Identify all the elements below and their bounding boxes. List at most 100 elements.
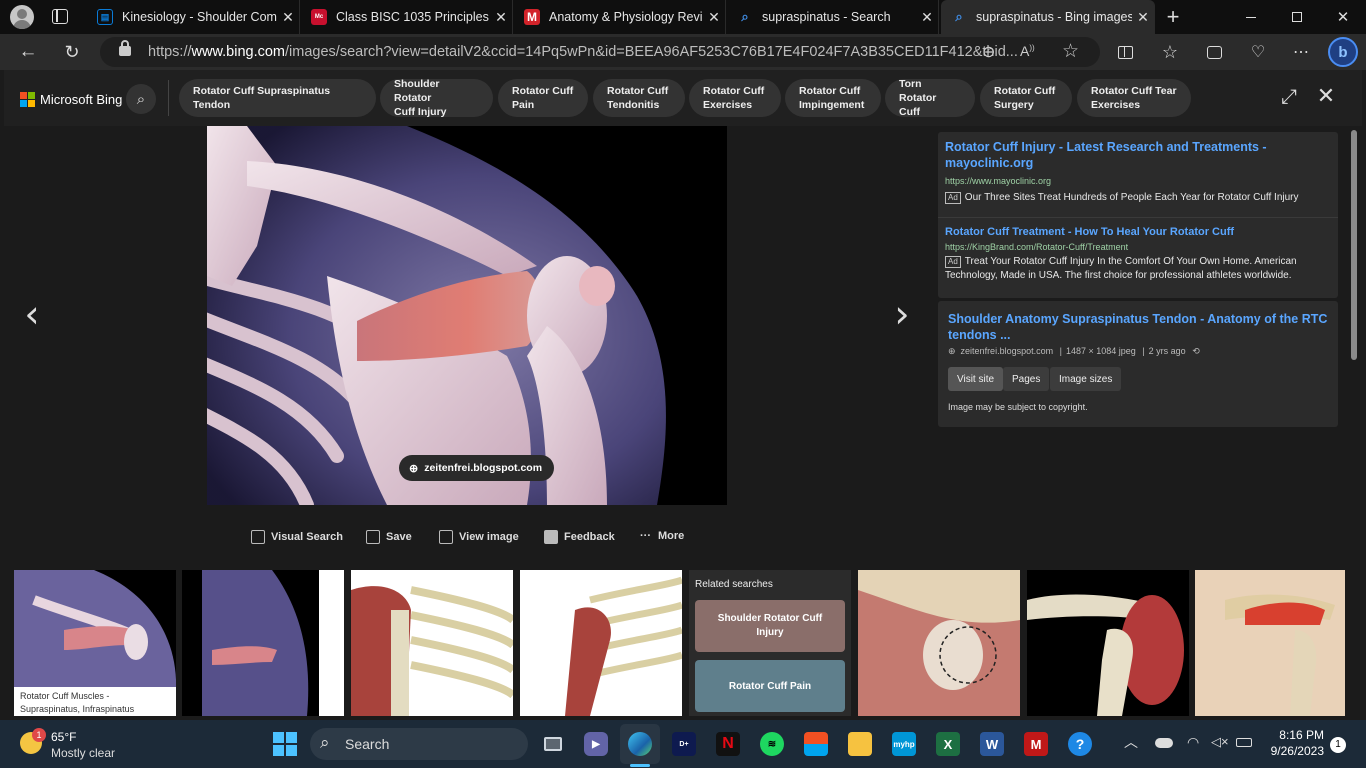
minimize-button[interactable]	[1228, 0, 1274, 34]
tab-kinesiology[interactable]: ▤ Kinesiology - Shoulder Com ✕	[87, 0, 300, 34]
tab-supraspinatus-search[interactable]: ⌕ supraspinatus - Search ✕	[727, 0, 939, 34]
globe-icon: ⊕	[409, 462, 419, 475]
related-item-rotator-cuff-pain[interactable]: Rotator Cuff Pain	[695, 660, 845, 712]
close-window-button[interactable]: ✕	[1320, 0, 1366, 34]
weather-badge: 1	[32, 728, 46, 742]
tab-bing-images[interactable]: ⌕ supraspinatus - Bing images ✕	[941, 0, 1155, 34]
zoom-icon[interactable]: ⊖	[982, 42, 995, 62]
refresh-icon[interactable]: ↻	[58, 38, 86, 66]
restore-button[interactable]	[1274, 0, 1320, 34]
collections-icon[interactable]	[1200, 38, 1228, 66]
expand-icon[interactable]: ⤢	[1278, 86, 1300, 108]
chevron-up-icon[interactable]: ︿	[1124, 732, 1138, 752]
chip-rotator-cuff-exercises[interactable]: Rotator Cuff Exercises	[689, 79, 781, 117]
next-image-arrow[interactable]: ›	[887, 292, 917, 336]
chip-torn-rotator-cuff[interactable]: Torn Rotator Cuff	[885, 78, 975, 118]
ad-2[interactable]: Rotator Cuff Treatment - How To Heal You…	[945, 226, 1325, 283]
spotify-icon[interactable]: ≋	[760, 732, 784, 756]
result-title[interactable]: Shoulder Anatomy Supraspinatus Tendon - …	[948, 311, 1328, 343]
profile-avatar[interactable]	[10, 5, 34, 29]
save-button[interactable]: Save	[366, 530, 412, 544]
back-arrow-icon[interactable]: ←	[14, 38, 42, 66]
bing-chat-icon[interactable]: b	[1328, 37, 1358, 67]
onedrive-cloud-icon[interactable]	[1155, 738, 1173, 748]
globe-icon: ⊕	[948, 346, 956, 356]
more-button[interactable]: ··· More	[640, 530, 684, 542]
chip-shoulder-rotator-cuff-injury[interactable]: Shoulder Rotator Cuff Injury	[380, 78, 493, 118]
task-view-icon[interactable]	[541, 732, 565, 756]
image-source-badge[interactable]: ⊕ zeitenfrei.blogspot.com	[399, 455, 555, 481]
thumbnail-8[interactable]	[1195, 570, 1345, 716]
search-favicon: ⌕	[741, 9, 749, 24]
excel-icon[interactable]: X	[936, 732, 960, 756]
thumbnail-3[interactable]	[351, 570, 513, 716]
health-icon[interactable]: ♡	[1244, 38, 1272, 66]
thumbnail-2[interactable]	[182, 570, 344, 716]
tab-title: supraspinatus - Search	[762, 10, 891, 24]
word-icon[interactable]: W	[980, 732, 1004, 756]
close-icon[interactable]: ✕	[1132, 9, 1154, 26]
ad-title[interactable]: Rotator Cuff Injury - Latest Research an…	[945, 139, 1325, 171]
chip-rotator-cuff-tendonitis[interactable]: Rotator Cuff Tendonitis	[593, 79, 685, 117]
chip-rotator-cuff-pain[interactable]: Rotator Cuff Pain	[498, 79, 588, 117]
ad-1[interactable]: Rotator Cuff Injury - Latest Research an…	[945, 139, 1325, 205]
thumbnail-1[interactable]: Rotator Cuff Muscles - Supraspinatus, In…	[14, 570, 176, 716]
taskbar-search-box[interactable]: ⌕ Search	[310, 728, 528, 760]
favorite-star-icon[interactable]: ☆	[1062, 40, 1079, 63]
battery-icon[interactable]	[1236, 738, 1252, 747]
view-image-button[interactable]: View image	[439, 530, 519, 544]
start-button[interactable]	[273, 732, 297, 756]
file-explorer-icon[interactable]	[848, 732, 872, 756]
related-item-shoulder-rotator-cuff-injury[interactable]: Shoulder Rotator Cuff Injury	[695, 600, 845, 652]
search-icon[interactable]: ⌕	[126, 84, 156, 114]
ad-title[interactable]: Rotator Cuff Treatment - How To Heal You…	[945, 226, 1325, 238]
scrollbar[interactable]	[1351, 130, 1357, 360]
visual-search-button[interactable]: Visual Search	[251, 530, 343, 544]
mcafee-icon[interactable]: M	[1024, 732, 1048, 756]
thumbnail-6[interactable]	[858, 570, 1020, 716]
chip-rotator-cuff-tear-exercises[interactable]: Rotator Cuff Tear Exercises	[1077, 79, 1191, 117]
close-icon[interactable]: ✕	[277, 9, 299, 26]
thumbnail-7[interactable]	[1027, 570, 1189, 716]
disney-plus-icon[interactable]: D+	[672, 732, 696, 756]
volume-mute-icon[interactable]: ◁×	[1211, 734, 1229, 750]
action-label: More	[658, 530, 685, 542]
close-icon[interactable]: ✕	[916, 9, 938, 26]
chip-rotator-cuff-impingement[interactable]: Rotator Cuff Impingement	[785, 79, 881, 117]
search-icon: ⌕	[320, 733, 330, 752]
tab-actions-icon[interactable]	[52, 9, 68, 24]
store-icon[interactable]	[804, 732, 828, 756]
close-icon[interactable]: ✕	[490, 9, 512, 26]
netflix-icon[interactable]: N	[716, 732, 740, 756]
view-image-icon	[439, 530, 453, 544]
favorites-icon[interactable]: ☆	[1156, 38, 1184, 66]
chip-rotator-cuff-supraspinatus-tendon[interactable]: Rotator Cuff Supraspinatus Tendon	[179, 79, 376, 117]
weather-widget[interactable]: 1 65°F Mostly clear	[18, 728, 158, 762]
split-screen-icon[interactable]	[1111, 38, 1139, 66]
clock[interactable]: 8:16 PM 9/26/2023	[1262, 728, 1324, 758]
feedback-button[interactable]: Feedback	[544, 530, 615, 544]
pages-button[interactable]: Pages	[1003, 367, 1050, 391]
tab-class-bisc[interactable]: Mc Class BISC 1035 Principles o ✕	[301, 0, 513, 34]
main-image[interactable]: ⊕ zeitenfrei.blogspot.com	[207, 126, 727, 505]
image-sizes-button[interactable]: Image sizes	[1050, 367, 1122, 391]
thumbnail-4[interactable]	[520, 570, 682, 716]
read-aloud-icon[interactable]: A))	[1020, 43, 1035, 59]
bing-logo[interactable]: Microsoft Bing	[20, 92, 122, 107]
microsoft-logo-icon	[20, 92, 35, 107]
notification-badge[interactable]: 1	[1330, 737, 1346, 753]
address-bar[interactable]: https://www.bing.com/images/search?view=…	[100, 37, 1100, 67]
more-menu-icon[interactable]: ⋯	[1287, 38, 1315, 66]
chip-rotator-cuff-surgery[interactable]: Rotator Cuff Surgery	[980, 79, 1072, 117]
tab-anatomy[interactable]: M Anatomy & Physiology Revi ✕	[514, 0, 726, 34]
close-icon[interactable]: ✕	[703, 9, 725, 26]
new-tab-button[interactable]: +	[1160, 2, 1186, 32]
wifi-icon[interactable]: ◠	[1187, 734, 1199, 751]
close-overlay-icon[interactable]: ✕	[1314, 84, 1338, 108]
myhp-icon[interactable]: myhp	[892, 732, 916, 756]
visit-site-button[interactable]: Visit site	[948, 367, 1004, 391]
previous-image-arrow[interactable]: ‹	[17, 292, 47, 336]
result-domain[interactable]: zeitenfrei.blogspot.com	[961, 346, 1054, 356]
teams-chat-icon[interactable]: ▶	[584, 732, 608, 756]
get-help-icon[interactable]: ?	[1068, 732, 1092, 756]
